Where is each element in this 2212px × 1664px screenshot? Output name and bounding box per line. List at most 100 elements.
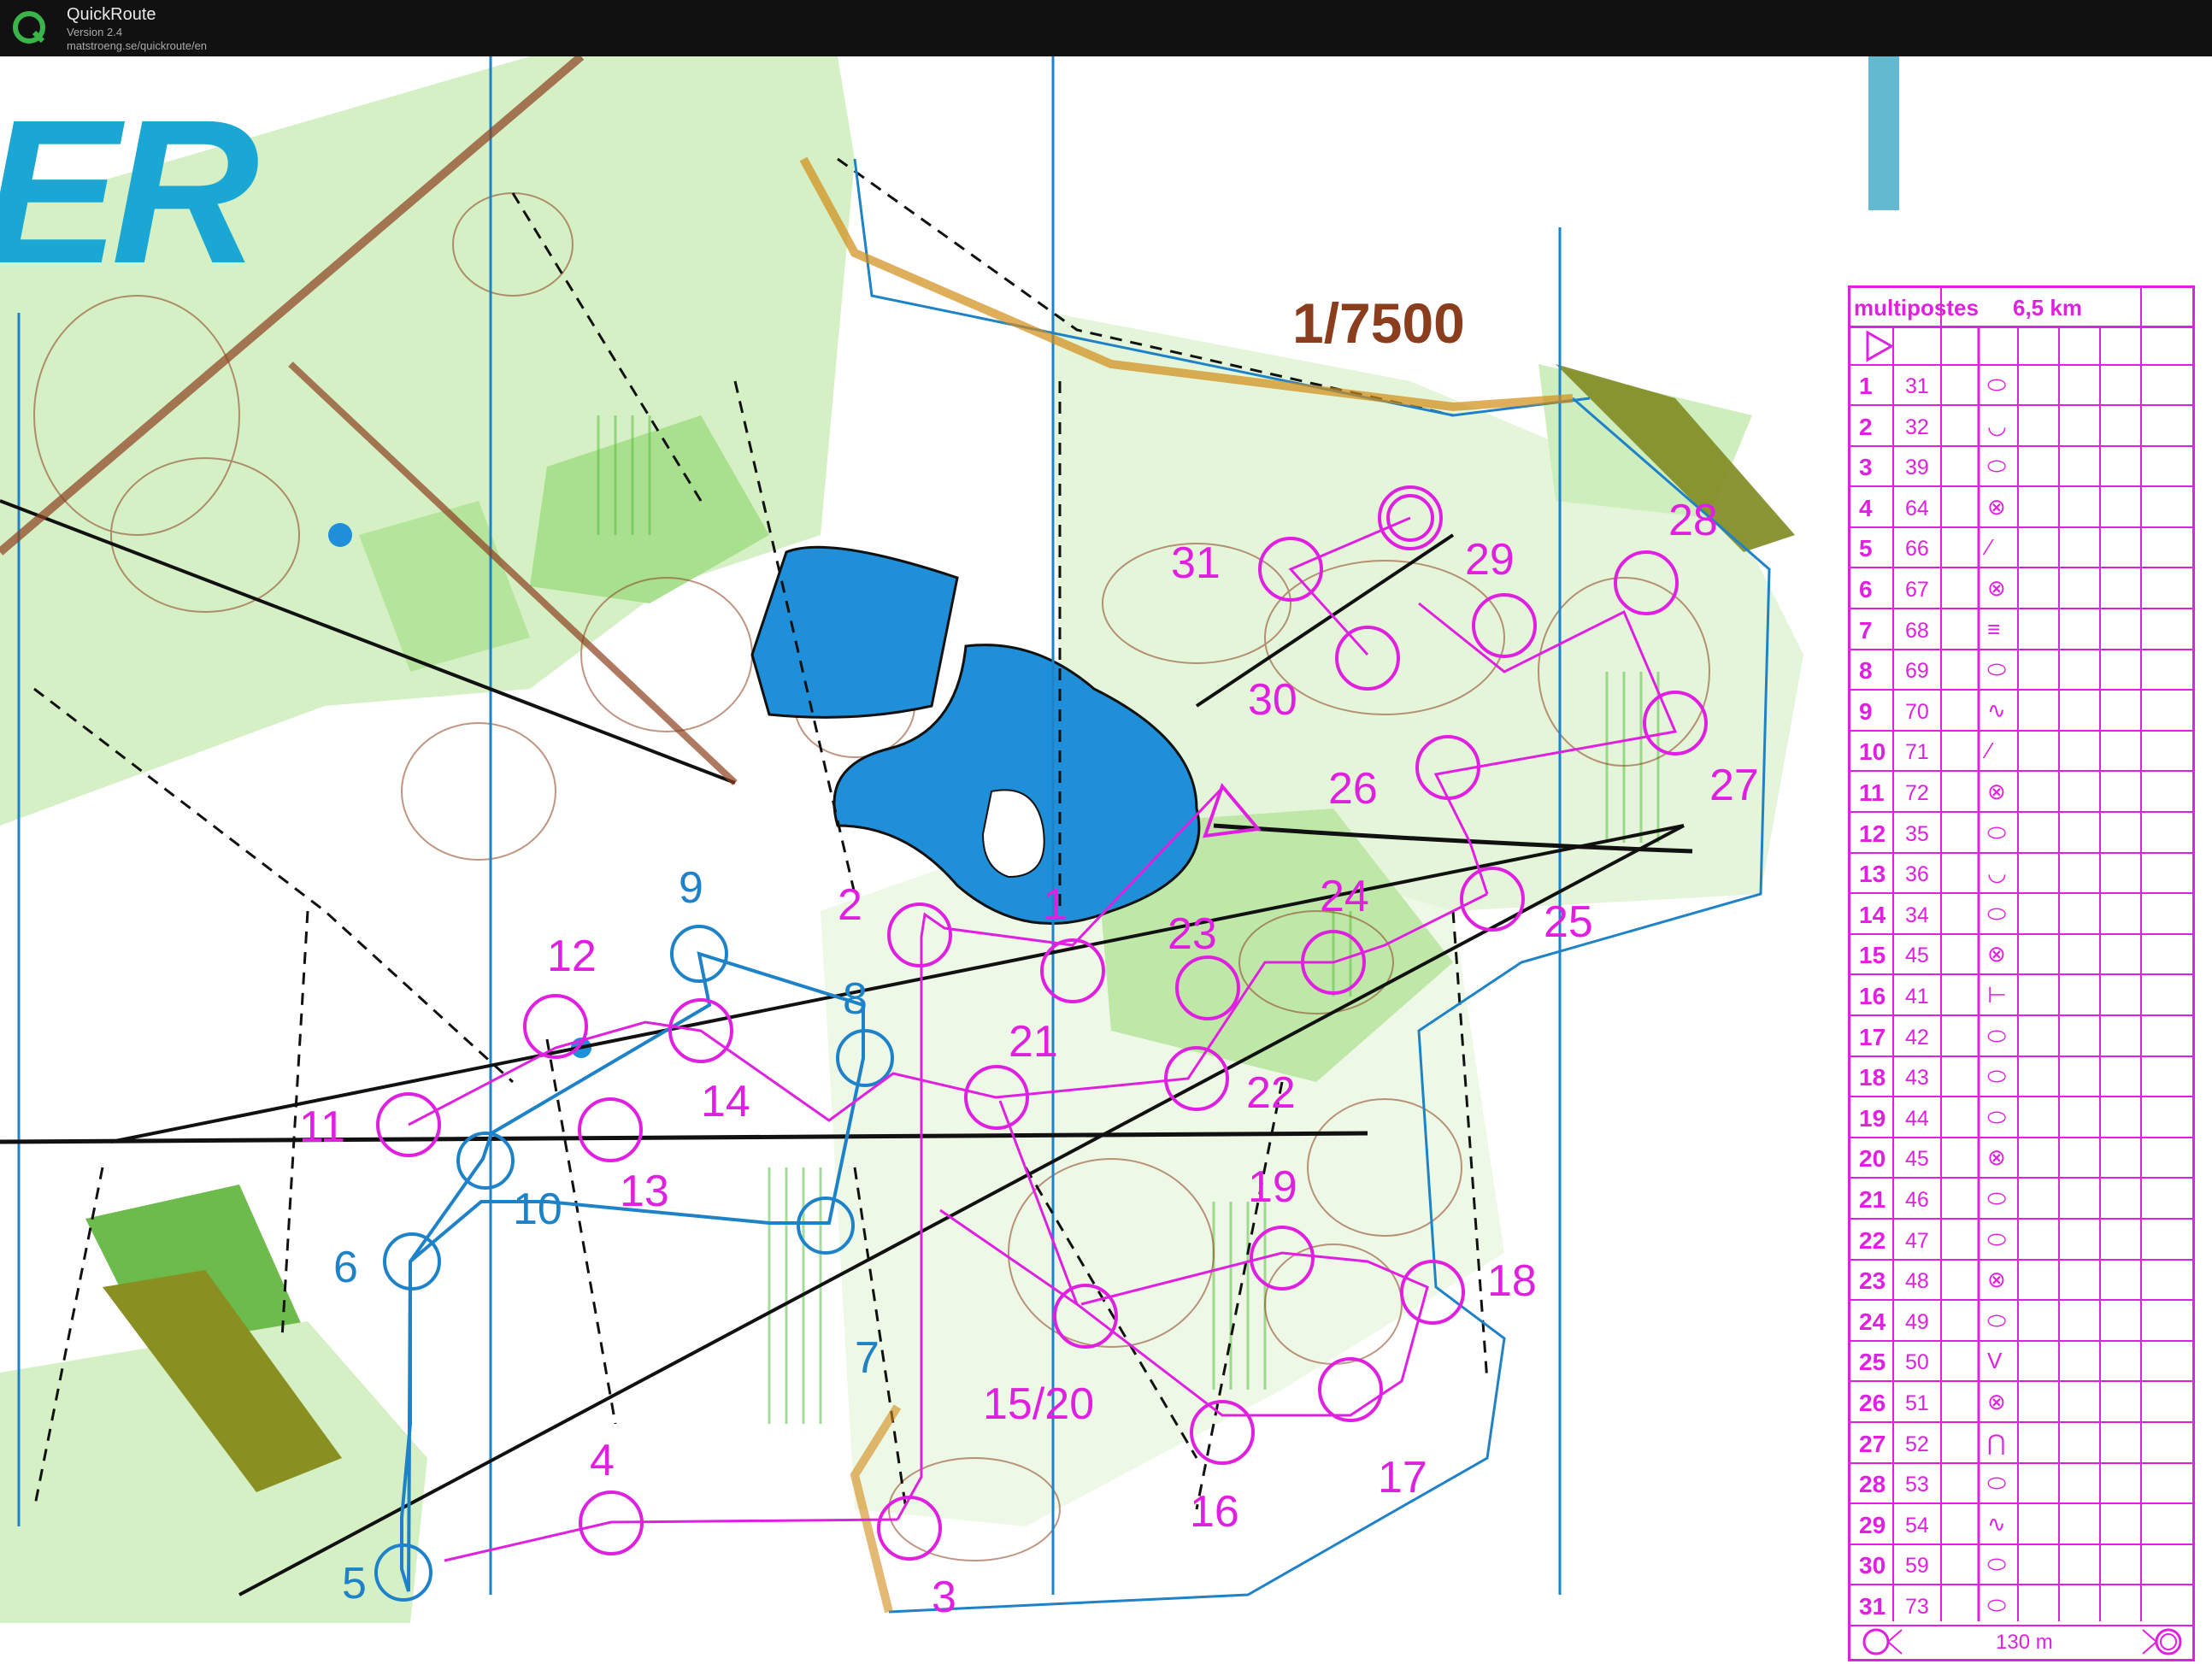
legend-row: 6 67 ⊗ [1850, 569, 2192, 609]
control-number: 14 [1859, 901, 1886, 928]
control-number: 10 [1859, 738, 1886, 766]
control-code: 71 [1905, 740, 1929, 765]
control-label: 8 [843, 974, 868, 1024]
feature-symbol-icon: ⬭ [1987, 1551, 2007, 1578]
control-number: 9 [1859, 697, 1873, 725]
control-label: 19 [1248, 1162, 1297, 1212]
legend-finish-row: 130 m [1850, 1621, 2192, 1661]
control-code: 67 [1905, 578, 1929, 602]
control-number: 20 [1859, 1145, 1886, 1173]
legend-row: 2 32 ◡ [1850, 407, 2192, 447]
control-number: 23 [1859, 1267, 1886, 1295]
legend-row: 31 73 ⬭ [1850, 1586, 2192, 1626]
control-number: 21 [1859, 1186, 1886, 1213]
control-code: 48 [1905, 1269, 1929, 1294]
feature-symbol-icon: ⊗ [1987, 941, 2006, 967]
control-code: 36 [1905, 862, 1929, 887]
control-label: 5 [342, 1559, 367, 1608]
feature-symbol-icon: ⊗ [1987, 575, 2006, 601]
control-label: 28 [1668, 496, 1718, 545]
control-number: 28 [1859, 1471, 1886, 1498]
feature-symbol-icon: ⬭ [1987, 1470, 2007, 1496]
control-code: 45 [1905, 1147, 1929, 1172]
control-number: 31 [1859, 1593, 1886, 1620]
control-number: 5 [1859, 535, 1873, 562]
feature-symbol-icon: ⁄ [1987, 738, 1991, 764]
control-label: 27 [1709, 761, 1759, 810]
map-scale: 1/7500 [1292, 291, 1465, 355]
control-label: 25 [1544, 897, 1593, 947]
control-number: 24 [1859, 1308, 1886, 1335]
control-number: 2 [1859, 413, 1873, 440]
window-title: QuickRoute [67, 5, 156, 24]
legend-row: 22 47 ⬭ [1850, 1220, 2192, 1261]
feature-symbol-icon: ⬭ [1987, 1185, 2007, 1211]
control-label: 29 [1465, 535, 1515, 585]
control-number: 29 [1859, 1511, 1886, 1538]
feature-symbol-icon: ⬭ [1987, 819, 2007, 845]
control-label: 10 [513, 1185, 562, 1234]
legend-row: 5 66 ⁄ [1850, 528, 2192, 569]
legend-row: 28 53 ⬭ [1850, 1464, 2192, 1505]
control-number: 13 [1859, 861, 1886, 888]
legend-row: 21 46 ⬭ [1850, 1179, 2192, 1220]
orienteering-map[interactable]: 1 2 3 11 12 13 14 15/20 16 17 18 19 21 2… [0, 53, 2212, 1661]
legend-row: 17 42 ⬭ [1850, 1017, 2192, 1057]
legend-row: 15 45 ⊗ [1850, 935, 2192, 976]
control-label: 6 [333, 1243, 358, 1292]
control-code: 47 [1905, 1228, 1929, 1253]
control-code: 44 [1905, 1106, 1929, 1131]
control-code: 66 [1905, 537, 1929, 562]
control-label: 14 [701, 1077, 750, 1126]
feature-symbol-icon: ⋂ [1987, 1429, 2006, 1455]
control-code: 39 [1905, 456, 1929, 480]
control-code: 45 [1905, 944, 1929, 968]
course-length: 6,5 km [2013, 295, 2082, 320]
control-code: 72 [1905, 781, 1929, 805]
control-number: 22 [1859, 1226, 1886, 1254]
control-code: 42 [1905, 1025, 1929, 1050]
feature-symbol-icon: ⬭ [1987, 1063, 2007, 1090]
control-code: 31 [1905, 374, 1929, 398]
legend-row: 8 69 ⬭ [1850, 650, 2192, 691]
control-label: 11 [299, 1102, 345, 1152]
control-label: 16 [1190, 1487, 1239, 1537]
control-number: 18 [1859, 1064, 1886, 1091]
control-label: 31 [1171, 538, 1221, 588]
control-number: 19 [1859, 1104, 1886, 1132]
control-code: 59 [1905, 1554, 1929, 1579]
app-version: Version 2.4 [67, 26, 123, 38]
feature-symbol-icon: ∿ [1987, 1510, 2006, 1537]
course-name: multipostes [1854, 295, 1979, 320]
control-code: 32 [1905, 415, 1929, 439]
control-number: 17 [1859, 1023, 1886, 1050]
control-label: 12 [547, 932, 597, 981]
control-label: 1 [1043, 880, 1068, 930]
control-number: 12 [1859, 820, 1886, 847]
control-code: 68 [1905, 618, 1929, 643]
feature-symbol-icon: ∿ [1987, 697, 2006, 723]
control-code: 46 [1905, 1188, 1929, 1212]
feature-symbol-icon: ⊗ [1987, 779, 2006, 804]
control-code: 49 [1905, 1309, 1929, 1334]
start-triangle-icon [1866, 330, 1895, 362]
legend-row: 13 36 ◡ [1850, 854, 2192, 895]
control-number: 4 [1859, 494, 1873, 521]
control-label: 13 [620, 1167, 669, 1216]
legend-row: 10 71 ⁄ [1850, 732, 2192, 773]
feature-symbol-icon: V [1987, 1348, 2003, 1374]
legend-row: 7 68 ≡ [1850, 610, 2192, 650]
legend-row: 12 35 ⬭ [1850, 814, 2192, 854]
feature-symbol-icon: ⬭ [1987, 372, 2007, 397]
legend-row: 26 51 ⊗ [1850, 1383, 2192, 1423]
control-label: 23 [1168, 909, 1217, 959]
legend-row: 25 50 V [1850, 1342, 2192, 1383]
control-number: 11 [1859, 779, 1885, 806]
control-code: 70 [1905, 699, 1929, 724]
control-code: 34 [1905, 903, 1929, 927]
finish-distance: 130 m [1996, 1631, 2053, 1654]
control-code: 51 [1905, 1391, 1929, 1415]
control-label: 15/20 [983, 1379, 1094, 1429]
map-edge-bar [1868, 56, 1899, 210]
legend-row: 27 52 ⋂ [1850, 1424, 2192, 1464]
